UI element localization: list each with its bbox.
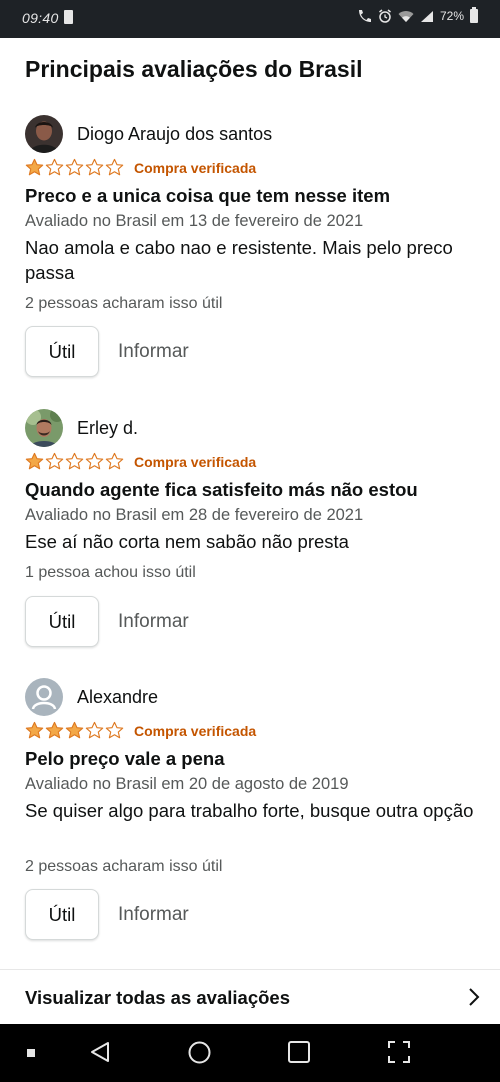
report-link[interactable]: Informar (118, 611, 189, 633)
verified-purchase-badge: Compra verificada (134, 453, 257, 470)
review-title: Pelo preço vale a pena (25, 748, 225, 769)
review-date: Avaliado no Brasil em 28 de fevereiro de… (25, 506, 364, 524)
report-link[interactable]: Informar (118, 341, 189, 363)
status-bar: 09:40 72% (0, 0, 500, 38)
see-all-reviews-label: Visualizar todas as avaliações (25, 987, 290, 1008)
reviewer-name[interactable]: Alexandre (77, 687, 158, 708)
review-date: Avaliado no Brasil em 20 de agosto de 20… (25, 775, 349, 793)
wifi-icon (398, 10, 414, 22)
star-filled-icon (25, 452, 44, 470)
star-filled-icon (65, 721, 84, 739)
menu-dot-icon[interactable] (27, 1049, 35, 1057)
star-empty-icon (45, 158, 64, 176)
verified-purchase-badge: Compra verificada (134, 722, 257, 739)
battery-percent: 72% (439, 9, 464, 23)
reviewer: Alexandre (25, 677, 158, 717)
rating-row: Compra verificada (25, 452, 256, 471)
reviewer: Diogo Araujo dos santos (25, 114, 272, 154)
star-empty-icon (65, 158, 84, 176)
star-rating[interactable] (25, 721, 124, 740)
avatar[interactable] (25, 115, 63, 153)
helpful-count: 1 pessoa achou isso útil (25, 564, 196, 581)
notification-icon (64, 10, 73, 24)
reviewer-name[interactable]: Erley d. (77, 418, 138, 439)
battery-icon (470, 7, 478, 23)
star-filled-icon (25, 158, 44, 176)
review-body: Ese aí não corta nem sabão não presta (25, 531, 349, 552)
review-title: Quando agente fica satisfeito más não es… (25, 479, 418, 500)
reviewer-name[interactable]: Diogo Araujo dos santos (77, 124, 272, 145)
star-empty-icon (85, 158, 104, 176)
star-empty-icon (105, 158, 124, 176)
review-body: Se quiser algo para trabalho forte, busq… (25, 800, 474, 821)
report-link[interactable]: Informar (118, 904, 189, 926)
star-empty-icon (65, 452, 84, 470)
navigation-bar (0, 1024, 500, 1082)
star-empty-icon (105, 452, 124, 470)
helpful-button[interactable]: Útil (25, 596, 99, 647)
default-user-avatar-icon[interactable] (25, 678, 63, 716)
signal-icon (420, 10, 433, 22)
star-empty-icon (105, 721, 124, 739)
see-all-reviews-link[interactable]: Visualizar todas as avaliações (0, 970, 500, 1024)
star-empty-icon (45, 452, 64, 470)
status-icons: 72% (356, 7, 478, 23)
avatar[interactable] (25, 409, 63, 447)
home-icon[interactable] (188, 1041, 211, 1064)
recent-apps-icon[interactable] (288, 1041, 310, 1063)
star-filled-icon (45, 721, 64, 739)
alarm-icon (379, 9, 391, 23)
back-icon[interactable] (89, 1041, 111, 1063)
reviewer: Erley d. (25, 408, 138, 448)
star-filled-icon (25, 721, 44, 739)
rating-row: Compra verificada (25, 721, 256, 740)
chevron-right-icon (469, 988, 480, 1006)
star-empty-icon (85, 452, 104, 470)
review-title: Preco e a unica coisa que tem nesse item (25, 185, 391, 206)
status-time: 09:40 (22, 10, 59, 26)
star-empty-icon (85, 721, 104, 739)
helpful-count: 2 pessoas acharam isso útil (25, 295, 223, 312)
helpful-count: 2 pessoas acharam isso útil (25, 858, 223, 875)
star-rating[interactable] (25, 452, 124, 471)
fullscreen-icon[interactable] (388, 1041, 410, 1063)
helpful-button[interactable]: Útil (25, 326, 99, 377)
review-date: Avaliado no Brasil em 13 de fevereiro de… (25, 212, 364, 230)
verified-purchase-badge: Compra verificada (134, 159, 257, 176)
call-icon (358, 10, 371, 22)
helpful-button[interactable]: Útil (25, 889, 99, 940)
section-title: Principais avaliações do Brasil (25, 56, 363, 82)
review-body: Nao amola e cabo nao e resistente. Mais … (25, 237, 453, 283)
star-rating[interactable] (25, 158, 124, 177)
rating-row: Compra verificada (25, 158, 256, 177)
